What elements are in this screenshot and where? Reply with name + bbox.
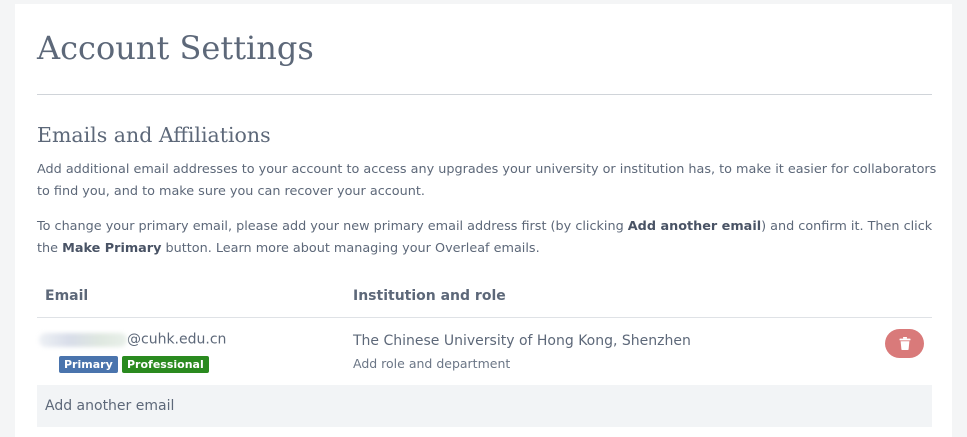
add-email-row: Add another email [37,385,932,427]
instructions-text-1: To change your primary email, please add… [37,219,628,234]
section-title: Emails and Affiliations [37,123,271,147]
page-title: Account Settings [37,29,314,67]
primary-badge: Primary [59,356,118,373]
professional-badge: Professional [122,356,209,373]
instructions-make-primary-bold: Make Primary [62,241,162,256]
title-divider [37,94,932,95]
add-role-link[interactable]: Add role and department [353,355,510,373]
section-instructions: To change your primary email, please add… [37,216,937,260]
email-domain: @cuhk.edu.cn [127,331,227,348]
delete-email-button[interactable] [885,329,924,358]
section-description: Add additional email addresses to your a… [37,162,937,199]
table-divider [37,317,932,318]
add-another-email-link[interactable]: Add another email [45,396,174,416]
institution-name: The Chinese University of Hong Kong, She… [353,333,691,349]
column-header-email: Email [45,288,89,304]
trash-icon [899,337,910,350]
email-address: @cuhk.edu.cn [39,329,226,351]
redacted-email-username [39,332,127,347]
instructions-text-3: button. [161,241,216,256]
instructions-add-email-bold: Add another email [627,219,762,234]
instructions-text-4: . [535,241,540,256]
learn-more-link[interactable]: Learn more about managing your Overleaf … [216,241,536,256]
settings-card: Account Settings Emails and Affiliations… [15,4,952,437]
column-header-institution: Institution and role [353,288,506,304]
